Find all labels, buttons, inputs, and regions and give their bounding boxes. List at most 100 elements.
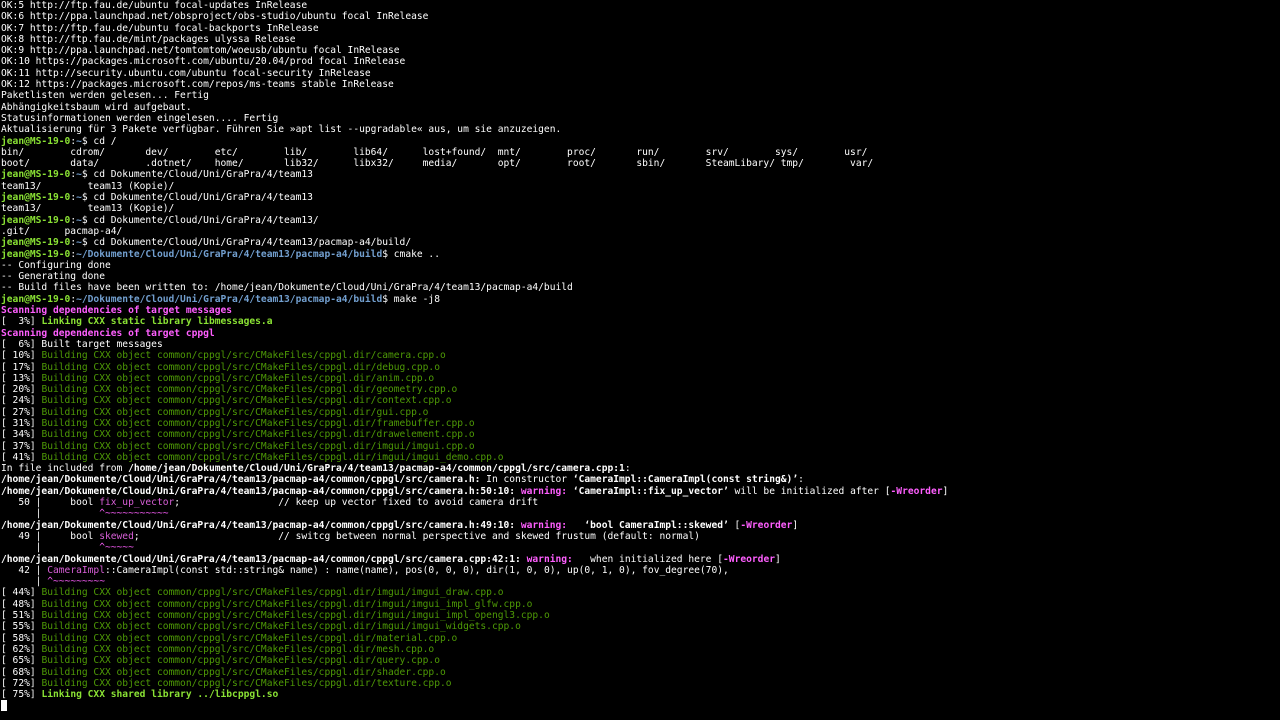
terminal-line: [ 58%] Building CXX object common/cppgl/… [1,633,1279,644]
terminal-text-segment: : [624,463,631,475]
terminal-line: OK:10 https://packages.microsoft.com/ubu… [1,56,1279,67]
terminal-text-segment: $ cd / [81,135,117,147]
terminal-text-segment: [ 13%] [1,372,42,384]
terminal-text-segment: $ cd Dokumente/Cloud/Uni/GraPra/4/team13 [81,169,313,181]
terminal-line: jean@MS-19-0:~$ cd Dokumente/Cloud/Uni/G… [1,169,1279,180]
terminal-text-segment: warning: [515,485,573,497]
terminal-text-segment: ‘CameraImpl::fix_up_vector’ [572,485,729,497]
terminal-line: team13/ team13 (Kopie)/ [1,203,1279,214]
terminal-text-segment: Scanning dependencies of target cppgl [1,327,215,339]
terminal-line: [ 20%] Building CXX object common/cppgl/… [1,384,1279,395]
terminal-text-segment: Building CXX object common/cppgl/src/CMa… [41,384,458,396]
terminal-text-segment: ~/Dokumente/Cloud/Uni/GraPra/4/team13/pa… [76,248,383,260]
terminal-line: | ^~~~~~~~~~ [1,576,1279,587]
terminal-line: [ 10%] Building CXX object common/cppgl/… [1,350,1279,361]
terminal-text-segment: Building CXX object common/cppgl/src/CMa… [41,451,504,463]
terminal-line: [ 72%] Building CXX object common/cppgl/… [1,678,1279,689]
terminal-line: [ 41%] Building CXX object common/cppgl/… [1,452,1279,463]
terminal-text-segment: .git/ pacmap-a4/ [1,225,123,237]
terminal-line: jean@MS-19-0:~$ cd Dokumente/Cloud/Uni/G… [1,215,1279,226]
terminal-text-segment: ~/Dokumente/Cloud/Uni/GraPra/4/team13/pa… [76,293,383,305]
terminal-text-segment: OK:12 https://packages.microsoft.com/rep… [1,79,394,91]
terminal-text-segment: [ 68%] [1,666,42,678]
terminal-text-segment: 50 | bool [1,497,100,509]
terminal-line: jean@MS-19-0:~$ cd / [1,136,1279,147]
terminal-text-segment: Building CXX object common/cppgl/src/CMa… [41,350,446,362]
terminal-line: [ 62%] Building CXX object common/cppgl/… [1,644,1279,655]
terminal-text-segment: ‘bool CameraImpl::skewed’ [572,519,729,531]
terminal-text-segment: jean@MS-19-0 [1,248,71,260]
terminal-text-segment: ] [792,519,799,531]
terminal-text-segment: [ 34%] [1,429,42,441]
terminal-text-segment: [ 65%] [1,655,42,667]
terminal-text-segment: [ 31%] [1,417,42,429]
terminal-text-segment: Building CXX object common/cppgl/src/CMa… [41,429,475,441]
terminal-text-segment: Building CXX object common/cppgl/src/CMa… [41,610,550,622]
terminal-text-segment: jean@MS-19-0 [1,214,71,226]
terminal-text-segment: [ 24%] [1,395,42,407]
terminal-line: Aktualisierung für 3 Pakete verfügbar. F… [1,124,1279,135]
terminal-text-segment: [ 58%] [1,632,42,644]
terminal-line: Paketlisten werden gelesen... Fertig [1,90,1279,101]
terminal-text-segment: $ cd Dokumente/Cloud/Uni/GraPra/4/team13… [81,237,412,249]
terminal-text-segment: OK:8 http://ftp.fau.de/mint/packages uly… [1,33,296,45]
terminal-line: OK:9 http://ppa.launchpad.net/tomtomtom/… [1,45,1279,56]
terminal-text-segment: [ 3%] [1,316,42,328]
terminal-line: | ^~~~~~~~~~~~ [1,508,1279,519]
terminal-text-segment: OK:10 https://packages.microsoft.com/ubu… [1,56,406,68]
terminal-text-segment: skewed [99,530,134,542]
terminal-line: /home/jean/Dokumente/Cloud/Uni/GraPra/4/… [1,520,1279,531]
terminal-text-segment: [ 48%] [1,598,42,610]
terminal-line: OK:12 https://packages.microsoft.com/rep… [1,79,1279,90]
terminal-text-segment: -Wreorder [890,485,943,497]
terminal-line: OK:7 http://ftp.fau.de/ubuntu focal-back… [1,23,1279,34]
terminal-text-segment: Linking CXX static library libmessages.a [41,316,273,328]
terminal-line: [ 44%] Building CXX object common/cppgl/… [1,587,1279,598]
terminal-line: [ 48%] Building CXX object common/cppgl/… [1,599,1279,610]
terminal-text-segment: OK:5 http://ftp.fau.de/ubuntu focal-upda… [1,0,308,11]
terminal-text-segment: [ 44%] [1,587,42,599]
terminal-text-segment: -- Configuring done [1,259,111,271]
terminal-text-segment: [ 27%] [1,406,42,418]
terminal-text-segment: team13/ team13 (Kopie)/ [1,203,175,215]
terminal-text-segment: Building CXX object common/cppgl/src/CMa… [41,417,475,429]
terminal-text-segment: ; // switcg between normal perspective a… [133,530,700,542]
terminal-text-segment: [ [728,519,741,531]
terminal-line: [ 51%] Building CXX object common/cppgl/… [1,610,1279,621]
terminal-line: [ 31%] Building CXX object common/cppgl/… [1,418,1279,429]
terminal-cursor-line [1,700,1279,712]
terminal-text-segment: | [1,542,100,554]
terminal-line: .git/ pacmap-a4/ [1,226,1279,237]
terminal-text-segment: /home/jean/Dokumente/Cloud/Uni/GraPra/4/… [1,485,516,497]
terminal-text-segment: warning: [520,553,579,565]
terminal-text-segment: Scanning dependencies of target messages [1,305,233,317]
terminal-text-segment: [ 62%] [1,643,42,655]
terminal-line: [ 37%] Building CXX object common/cppgl/… [1,441,1279,452]
terminal-text-segment: [ 6%] Built target messages [1,338,163,350]
terminal-line: [ 55%] Building CXX object common/cppgl/… [1,621,1279,632]
terminal-text-segment: Building CXX object common/cppgl/src/CMa… [41,677,452,689]
terminal-text-segment: ] [775,553,781,565]
text-cursor [1,700,7,712]
terminal-text-segment: [ 37%] [1,440,42,452]
terminal-text-segment: Building CXX object common/cppgl/src/CMa… [41,598,533,610]
terminal-line: Scanning dependencies of target messages [1,305,1279,316]
terminal-text-segment: ^~~~~~ [99,542,134,554]
terminal-output[interactable]: OK:5 http://ftp.fau.de/ubuntu focal-upda… [1,0,1279,720]
terminal-text-segment: [ 72%] [1,677,42,689]
terminal-text-segment: Linking CXX shared library ../libcppgl.s… [41,689,279,701]
terminal-text-segment: $ cd Dokumente/Cloud/Uni/GraPra/4/team13… [81,214,319,226]
terminal-line: jean@MS-19-0:~/Dokumente/Cloud/Uni/GraPr… [1,294,1279,305]
terminal-line: jean@MS-19-0:~$ cd Dokumente/Cloud/Uni/G… [1,192,1279,203]
terminal-text-segment: OK:7 http://ftp.fau.de/ubuntu focal-back… [1,22,319,34]
terminal-text-segment: [ 75%] [1,689,42,701]
terminal-line: OK:6 http://ppa.launchpad.net/obsproject… [1,11,1279,22]
terminal-line: [ 68%] Building CXX object common/cppgl/… [1,667,1279,678]
terminal-text-segment: Abhängigkeitsbaum wird aufgebaut. [1,101,192,113]
terminal-text-segment: | [1,576,48,588]
terminal-line: /home/jean/Dokumente/Cloud/Uni/GraPra/4/… [1,554,1279,565]
terminal-text-segment: OK:6 http://ppa.launchpad.net/obsproject… [1,11,429,23]
terminal-text-segment: /home/jean/Dokumente/Cloud/Uni/GraPra/4/… [1,553,521,565]
terminal-text-segment: jean@MS-19-0 [1,169,71,181]
terminal-line: OK:5 http://ftp.fau.de/ubuntu focal-upda… [1,0,1279,11]
